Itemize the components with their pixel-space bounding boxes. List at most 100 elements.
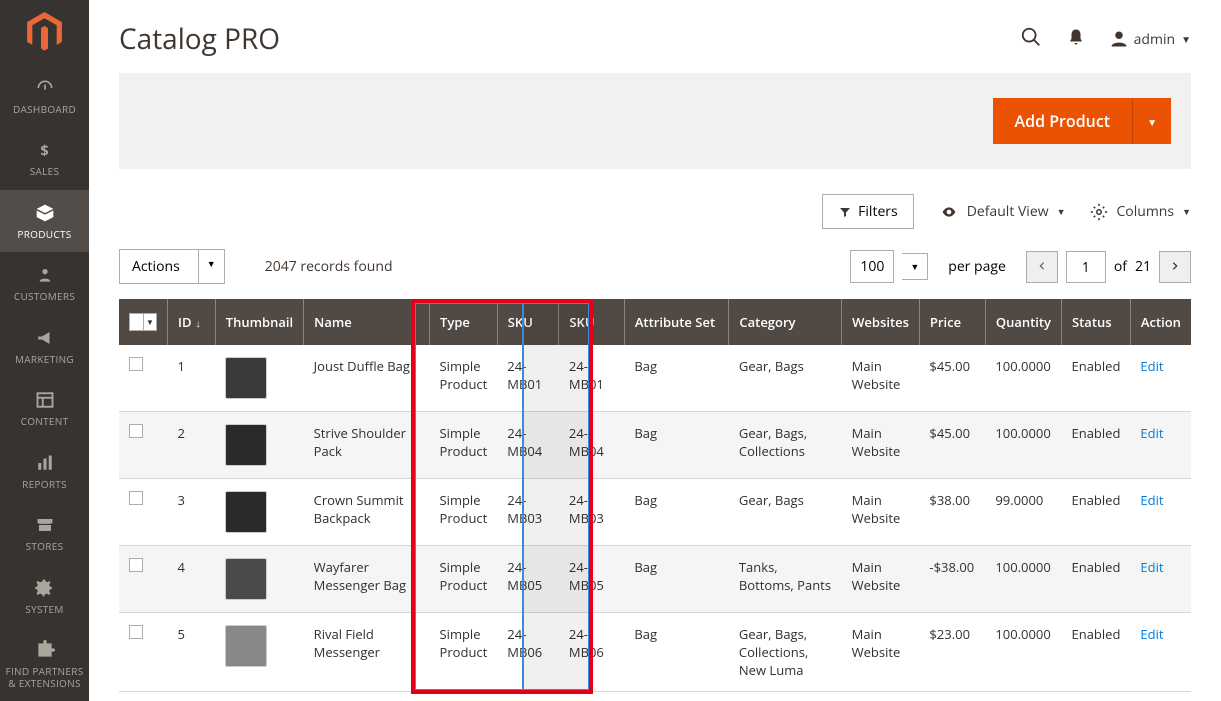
nav-sales[interactable]: $SALES: [0, 127, 89, 190]
cell-id: 4: [168, 546, 216, 613]
nav-stores[interactable]: STORES: [0, 502, 89, 565]
filters-button[interactable]: Filters: [822, 194, 914, 229]
product-thumbnail: [225, 357, 267, 399]
of-label: of: [1114, 257, 1127, 276]
dashboard-icon: [34, 77, 56, 99]
per-page-dropdown[interactable]: ▼: [902, 253, 928, 280]
row-checkbox[interactable]: [129, 558, 143, 572]
header-quantity[interactable]: Quantity: [985, 299, 1061, 345]
current-page-input[interactable]: [1066, 251, 1106, 283]
store-icon: [34, 514, 56, 536]
nav-reports[interactable]: REPORTS: [0, 440, 89, 503]
cell-sku: 24-MB06: [497, 613, 559, 692]
product-thumbnail: [225, 491, 267, 533]
table-row[interactable]: 3Crown Summit BackpackSimple Product24-M…: [119, 479, 1191, 546]
header-attribute-set[interactable]: Attribute Set: [624, 299, 729, 345]
gear-icon: [35, 577, 55, 599]
add-product-split-button[interactable]: ▼: [1132, 98, 1171, 144]
nav-system[interactable]: SYSTEM: [0, 565, 89, 628]
cell-qty: 100.0000: [985, 345, 1061, 412]
cell-websites: Main Website: [842, 613, 920, 692]
header-price[interactable]: Price: [919, 299, 985, 345]
edit-link[interactable]: Edit: [1140, 357, 1163, 375]
cell-sku-dup: 24-MB03: [559, 479, 624, 546]
default-view-button[interactable]: Default View▼: [939, 202, 1066, 221]
search-icon[interactable]: [1020, 26, 1042, 53]
sort-down-icon: ↓: [196, 316, 201, 330]
cell-price: $23.00: [919, 613, 985, 692]
nav-customers[interactable]: CUSTOMERS: [0, 252, 89, 315]
nav-dashboard[interactable]: DASHBOARD: [0, 65, 89, 128]
cell-websites: Main Website: [842, 479, 920, 546]
cell-name: Rival Field Messenger: [304, 613, 430, 692]
cell-type: Simple Product: [430, 479, 498, 546]
edit-link[interactable]: Edit: [1140, 491, 1163, 509]
cell-type: Simple Product: [430, 546, 498, 613]
sidebar: DASHBOARD $SALES PRODUCTS CUSTOMERS MARK…: [0, 0, 89, 701]
cell-type: Simple Product: [430, 345, 498, 412]
header-websites[interactable]: Websites: [842, 299, 920, 345]
row-checkbox[interactable]: [129, 424, 143, 438]
header-name[interactable]: Name: [304, 299, 430, 345]
cell-sku: 24-MB04: [497, 412, 559, 479]
records-found: 2047 records found: [265, 257, 393, 276]
header-status[interactable]: Status: [1062, 299, 1131, 345]
row-checkbox[interactable]: [129, 491, 143, 505]
cell-type: Simple Product: [430, 613, 498, 692]
user-menu[interactable]: admin ▼: [1110, 30, 1191, 49]
next-page-button[interactable]: [1159, 251, 1191, 283]
cell-name: Strive Shoulder Pack: [304, 412, 430, 479]
prev-page-button[interactable]: [1026, 251, 1058, 283]
columns-button[interactable]: Columns▼: [1090, 202, 1191, 221]
header-action[interactable]: Action: [1130, 299, 1191, 345]
product-thumbnail: [225, 625, 267, 667]
svg-text:$: $: [40, 140, 48, 160]
table-row[interactable]: 1Joust Duffle BagSimple Product24-MB0124…: [119, 345, 1191, 412]
header-type[interactable]: Type: [430, 299, 498, 345]
edit-link[interactable]: Edit: [1140, 625, 1163, 643]
cell-qty: 100.0000: [985, 412, 1061, 479]
header-thumbnail[interactable]: Thumbnail: [215, 299, 303, 345]
grid-container: ▼ ID↓ Thumbnail Name Type SKU SKU Attrib…: [89, 299, 1221, 701]
cell-price: $38.00: [919, 479, 985, 546]
edit-link[interactable]: Edit: [1140, 424, 1163, 442]
cell-attr: Bag: [624, 546, 729, 613]
product-thumbnail: [225, 558, 267, 600]
pager: Actions ▼ 2047 records found 100 ▼ per p…: [89, 249, 1221, 299]
funnel-icon: [838, 206, 852, 218]
row-checkbox[interactable]: [129, 625, 143, 639]
cell-status: Enabled: [1062, 345, 1131, 412]
nav-partners[interactable]: FIND PARTNERS & EXTENSIONS: [0, 627, 89, 701]
actions-dropdown[interactable]: Actions ▼: [119, 249, 225, 284]
cell-attr: Bag: [624, 479, 729, 546]
cell-price: $45.00: [919, 345, 985, 412]
chevron-left-icon: [1037, 260, 1047, 272]
nav-marketing[interactable]: MARKETING: [0, 315, 89, 378]
cell-name: Joust Duffle Bag: [304, 345, 430, 412]
table-row[interactable]: 2Strive Shoulder PackSimple Product24-MB…: [119, 412, 1191, 479]
add-product-button[interactable]: Add Product: [993, 98, 1133, 144]
nav-products[interactable]: PRODUCTS: [0, 190, 89, 253]
header-sku-dup[interactable]: SKU: [559, 299, 624, 345]
chevron-down-icon: ▼: [1181, 32, 1191, 46]
cell-qty: 100.0000: [985, 613, 1061, 692]
bell-icon[interactable]: [1067, 27, 1085, 52]
header-id[interactable]: ID↓: [168, 299, 216, 345]
megaphone-icon: [34, 327, 56, 349]
row-checkbox[interactable]: [129, 357, 143, 371]
products-grid: ▼ ID↓ Thumbnail Name Type SKU SKU Attrib…: [119, 299, 1191, 692]
header-category[interactable]: Category: [729, 299, 842, 345]
header-checkbox[interactable]: ▼: [119, 299, 168, 345]
cell-category: Gear, Bags: [729, 479, 842, 546]
table-row[interactable]: 4 Wayfarer Messenger BagSimple Product24-…: [119, 546, 1191, 613]
magento-logo[interactable]: [0, 0, 89, 65]
cell-id: 5: [168, 613, 216, 692]
nav-content[interactable]: CONTENT: [0, 377, 89, 440]
per-page-value[interactable]: 100: [850, 250, 894, 283]
header-sku[interactable]: SKU: [497, 299, 559, 345]
edit-link[interactable]: Edit: [1140, 558, 1163, 576]
cell-name: Wayfarer Messenger Bag: [304, 546, 430, 613]
cell-sku: 24-MB05: [497, 546, 559, 613]
table-row[interactable]: 5 Rival Field MessengerSimple Product24-M…: [119, 613, 1191, 692]
box-icon: [34, 202, 56, 224]
